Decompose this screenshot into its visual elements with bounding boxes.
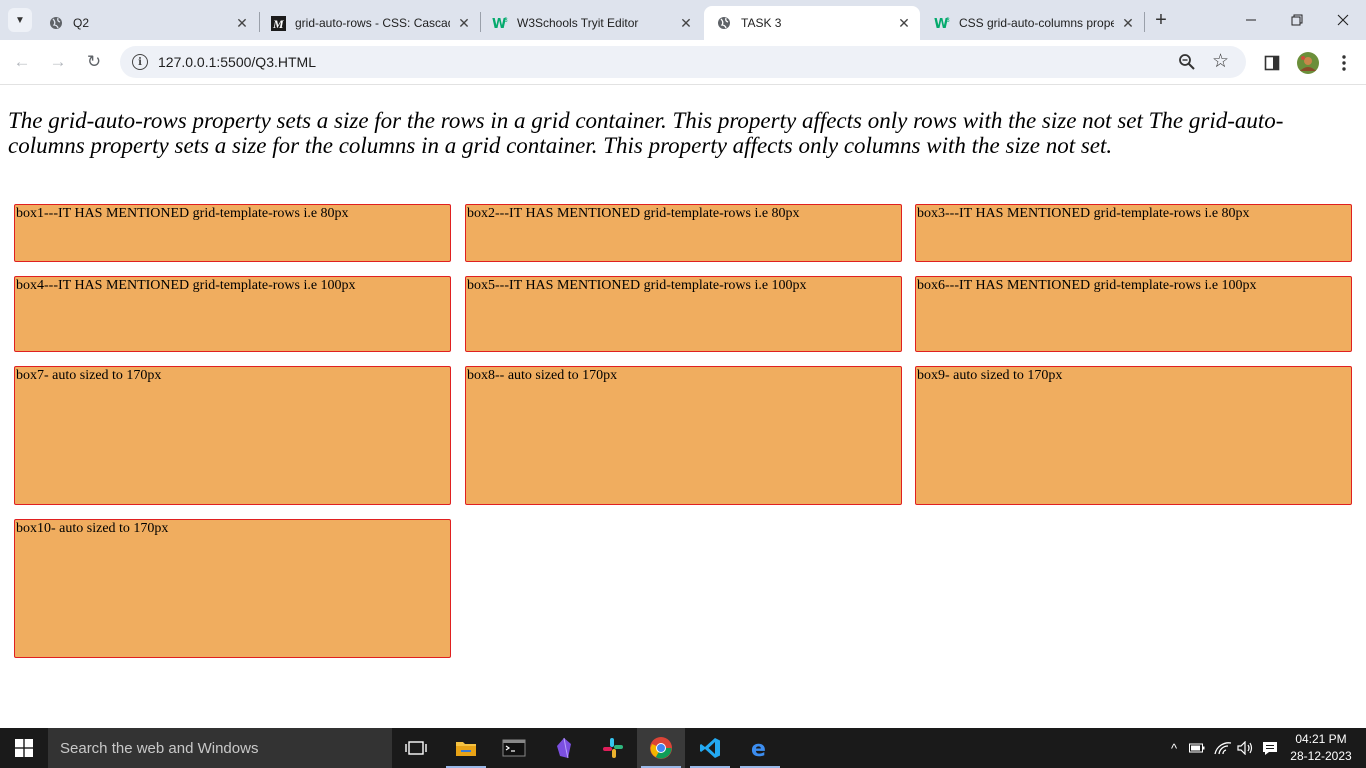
slack-icon bbox=[603, 738, 623, 758]
side-panel-icon[interactable] bbox=[1261, 52, 1283, 74]
task-view-icon bbox=[405, 741, 427, 755]
taskbar-search-box[interactable]: Search the web and Windows bbox=[48, 728, 392, 768]
bookmark-star-icon[interactable]: ☆ bbox=[1212, 50, 1229, 73]
tray-overflow-button[interactable]: ^ bbox=[1164, 728, 1184, 768]
close-icon[interactable]: ✕ bbox=[1120, 15, 1136, 31]
close-icon[interactable]: ✕ bbox=[678, 15, 694, 31]
menu-kebab-icon[interactable] bbox=[1333, 52, 1355, 74]
chrome-button[interactable] bbox=[637, 728, 685, 768]
restore-icon bbox=[1291, 14, 1303, 26]
tab-strip: ▼ Q2 ✕ M grid-auto-rows - CSS: Cascading… bbox=[0, 0, 1366, 40]
grid-box-5: box5---IT HAS MENTIONED grid-template-ro… bbox=[465, 276, 902, 352]
wifi-icon[interactable] bbox=[1212, 728, 1234, 768]
file-explorer-icon bbox=[456, 742, 476, 756]
close-icon bbox=[1337, 14, 1349, 26]
reload-button[interactable]: ↻ bbox=[82, 50, 106, 74]
grid-box-4: box4---IT HAS MENTIONED grid-template-ro… bbox=[14, 276, 451, 352]
grid-box-3: box3---IT HAS MENTIONED grid-template-ro… bbox=[915, 204, 1352, 262]
chevron-up-icon: ^ bbox=[1170, 740, 1178, 756]
page-viewport: The grid-auto-rows property sets a size … bbox=[0, 86, 1366, 728]
close-icon[interactable]: ✕ bbox=[896, 15, 912, 31]
clock-date: 28-12-2023 bbox=[1290, 749, 1352, 763]
mdn-icon: M bbox=[270, 15, 286, 31]
chrome-icon bbox=[650, 737, 672, 759]
address-bar[interactable]: i 127.0.0.1:5500/Q3.HTML ☆ bbox=[120, 46, 1246, 78]
windows-taskbar: Search the web and Windows e ^ 04:21 PM … bbox=[0, 728, 1366, 768]
edge-button[interactable]: e bbox=[736, 728, 784, 768]
browser-toolbar: ← → ↻ i 127.0.0.1:5500/Q3.HTML ☆ bbox=[0, 40, 1366, 85]
minimize-button[interactable] bbox=[1228, 6, 1274, 34]
tab-title: Q2 bbox=[73, 16, 90, 30]
intro-paragraph: The grid-auto-rows property sets a size … bbox=[8, 108, 1284, 158]
forward-button[interactable]: → bbox=[46, 50, 70, 74]
battery-icon[interactable] bbox=[1187, 728, 1207, 768]
grid-box-8: box8-- auto sized to 170px bbox=[465, 366, 902, 505]
globe-icon bbox=[48, 15, 64, 31]
svg-text:3: 3 bbox=[504, 17, 508, 24]
globe-icon bbox=[716, 15, 732, 31]
file-explorer-button[interactable] bbox=[442, 728, 490, 768]
grid-box-6: box6---IT HAS MENTIONED grid-template-ro… bbox=[915, 276, 1352, 352]
new-tab-button[interactable]: + bbox=[1150, 9, 1172, 31]
grid-box-10: box10- auto sized to 170px bbox=[14, 519, 451, 658]
svg-text:3: 3 bbox=[946, 17, 950, 24]
clock[interactable]: 04:21 PM 28-12-2023 bbox=[1284, 731, 1358, 765]
tab-search-button[interactable]: ▼ bbox=[8, 8, 32, 32]
notifications-icon[interactable] bbox=[1260, 728, 1280, 768]
tab-grid-auto-columns[interactable]: W3 CSS grid-auto-columns property ✕ bbox=[922, 6, 1144, 40]
task-view-button[interactable] bbox=[392, 728, 440, 768]
tab-divider bbox=[1144, 12, 1145, 32]
tab-task-3[interactable]: TASK 3 ✕ bbox=[704, 6, 920, 40]
grid-box-2: box2---IT HAS MENTIONED grid-template-ro… bbox=[465, 204, 902, 262]
terminal-icon bbox=[502, 739, 526, 757]
site-info-icon[interactable]: i bbox=[132, 54, 148, 70]
close-icon[interactable]: ✕ bbox=[234, 15, 250, 31]
url-text[interactable]: 127.0.0.1:5500/Q3.HTML bbox=[158, 54, 316, 70]
edge-icon: e bbox=[751, 737, 766, 759]
close-window-button[interactable] bbox=[1320, 6, 1366, 34]
zoom-icon[interactable] bbox=[1178, 53, 1196, 71]
vscode-icon bbox=[700, 738, 720, 758]
volume-icon[interactable] bbox=[1236, 728, 1256, 768]
w3schools-icon: W3 bbox=[492, 15, 508, 31]
tab-title: grid-auto-rows - CSS: Cascading Style Sh… bbox=[295, 16, 450, 30]
taskbar-search-placeholder: Search the web and Windows bbox=[60, 739, 259, 757]
reload-icon: ↻ bbox=[86, 52, 102, 71]
back-button[interactable]: ← bbox=[10, 50, 34, 74]
tab-title: CSS grid-auto-columns property bbox=[959, 16, 1114, 30]
arrow-left-icon: ← bbox=[13, 52, 31, 71]
clock-time: 04:21 PM bbox=[1295, 732, 1347, 746]
restore-button[interactable] bbox=[1274, 6, 1320, 34]
grid-box-7: box7- auto sized to 170px bbox=[14, 366, 451, 505]
tab-q2[interactable]: Q2 ✕ bbox=[36, 6, 258, 40]
arrow-right-icon: → bbox=[49, 52, 67, 71]
tab-w3schools-tryit[interactable]: W3 W3Schools Tryit Editor ✕ bbox=[480, 6, 702, 40]
tab-title: TASK 3 bbox=[741, 16, 782, 30]
start-button[interactable] bbox=[0, 728, 48, 768]
svg-text:e: e bbox=[751, 737, 766, 759]
obsidian-button[interactable] bbox=[540, 728, 588, 768]
tab-title: W3Schools Tryit Editor bbox=[517, 16, 639, 30]
grid-box-9: box9- auto sized to 170px bbox=[915, 366, 1352, 505]
chevron-down-icon: ▼ bbox=[15, 14, 25, 26]
close-icon[interactable]: ✕ bbox=[456, 15, 472, 31]
profile-avatar[interactable] bbox=[1297, 52, 1319, 74]
w3schools-icon: W3 bbox=[934, 15, 950, 31]
minimize-icon bbox=[1246, 19, 1256, 21]
plus-icon: + bbox=[1155, 8, 1167, 31]
obsidian-icon bbox=[557, 737, 571, 759]
slack-button[interactable] bbox=[589, 728, 637, 768]
terminal-button[interactable] bbox=[490, 728, 538, 768]
svg-text:M: M bbox=[272, 17, 284, 31]
grid-box-1: box1---IT HAS MENTIONED grid-template-ro… bbox=[14, 204, 451, 262]
tab-grid-auto-rows-mdn[interactable]: M grid-auto-rows - CSS: Cascading Style … bbox=[258, 6, 480, 40]
windows-logo-icon bbox=[15, 739, 33, 757]
vscode-button[interactable] bbox=[686, 728, 734, 768]
